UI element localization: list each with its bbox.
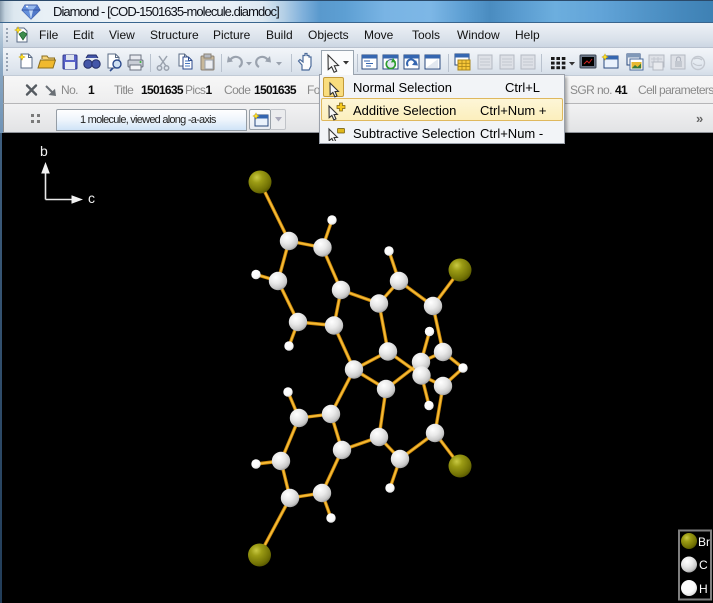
svg-text:Br: Br [698,535,710,549]
svg-text:c: c [88,190,95,206]
svg-text:C: C [699,558,708,572]
svg-text:b: b [40,143,48,159]
svg-text:H: H [699,582,708,596]
